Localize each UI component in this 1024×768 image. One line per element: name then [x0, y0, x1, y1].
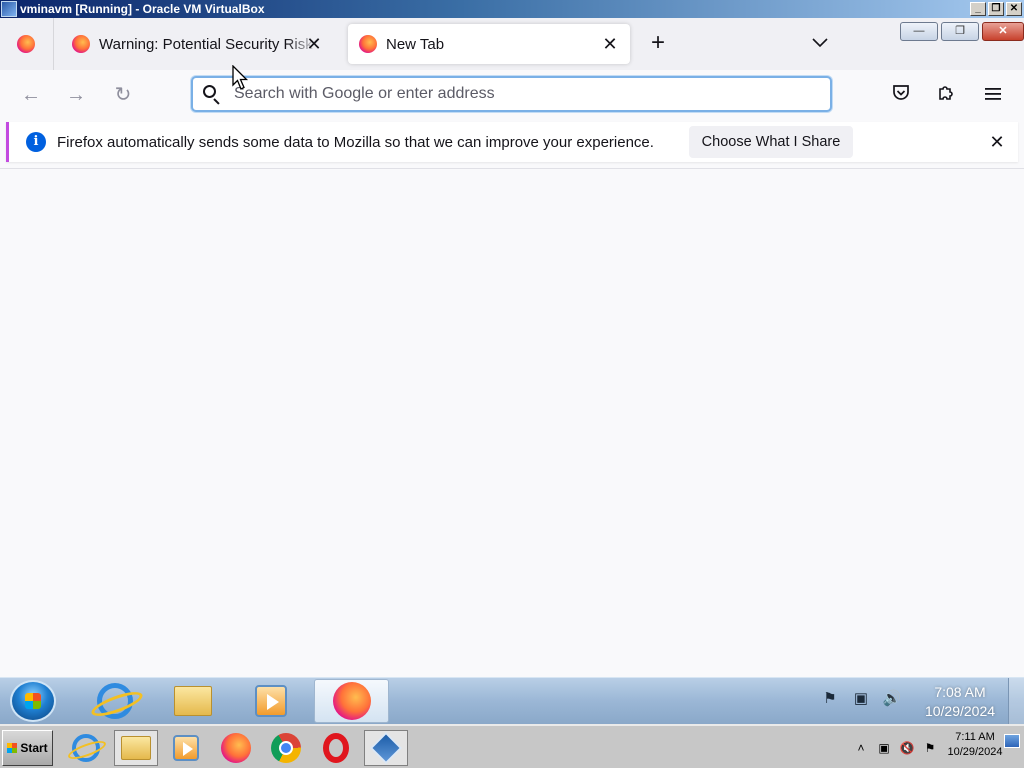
tab-new-tab[interactable]: New Tab ✕	[348, 24, 630, 64]
muted-volume-icon[interactable]: 🔇	[898, 741, 916, 755]
firefox-icon	[221, 733, 251, 763]
media-player-icon	[255, 685, 287, 717]
host-task-internet-explorer[interactable]	[64, 730, 108, 766]
tab-strip: Warning: Potential Security Risk ✕ New T…	[0, 18, 1024, 70]
close-tab-icon[interactable]: ✕	[302, 32, 326, 56]
forward-button[interactable]: →	[63, 82, 89, 108]
minimize-button[interactable]: —	[900, 22, 938, 41]
volume-icon[interactable]: 🔊	[880, 688, 904, 710]
host-task-firefox[interactable]	[214, 730, 258, 766]
windows-explorer-icon	[174, 686, 212, 716]
mouse-pointer-icon	[232, 65, 249, 90]
taskbar-windows-explorer[interactable]	[156, 679, 230, 723]
window-controls: — ❐ ✕	[897, 22, 1024, 41]
windows-logo-icon	[7, 743, 18, 753]
guest-system-tray: ⚑ ▣ 🔊	[818, 688, 911, 710]
host-taskbar: Start ˄ ▣ 🔇 ⚑ 7:11 AM 10/29/2024	[0, 724, 1024, 768]
choose-what-i-share-button[interactable]: Choose What I Share	[689, 126, 853, 158]
notification-message: Firefox automatically sends some data to…	[57, 133, 654, 151]
host-show-desktop-button[interactable]	[1004, 734, 1020, 748]
tab-label: New Tab	[386, 35, 445, 53]
host-clock[interactable]: 7:11 AM 10/29/2024	[942, 730, 1008, 760]
host-minimize-button[interactable]: _	[970, 2, 986, 16]
tab-label: Warning: Potential Security Risk	[99, 35, 313, 53]
taskbar-internet-explorer[interactable]	[78, 679, 152, 723]
address-bar[interactable]	[191, 76, 832, 112]
firefox-icon	[17, 35, 35, 53]
media-icon	[173, 735, 199, 761]
close-notification-icon[interactable]: ✕	[985, 130, 1009, 154]
guest-start-button[interactable]	[10, 680, 56, 722]
page-content[interactable]	[0, 169, 1024, 677]
show-hidden-icons-icon[interactable]: ˄	[852, 741, 870, 755]
windows-logo-icon	[25, 693, 41, 709]
start-label: Start	[20, 741, 48, 755]
tab-separator	[53, 18, 54, 70]
host-start-button[interactable]: Start	[2, 730, 53, 766]
network-icon[interactable]: ▣	[875, 741, 893, 755]
chevron-down-icon	[812, 38, 828, 48]
host-task-virtualbox[interactable]	[364, 730, 408, 766]
close-tab-icon[interactable]: ✕	[598, 32, 622, 56]
virtualbox-icon	[1, 1, 17, 17]
new-tab-button[interactable]: +	[644, 30, 672, 58]
extensions-button[interactable]	[934, 82, 960, 108]
search-icon	[201, 83, 223, 105]
guest-clock-time: 7:08 AM	[934, 684, 986, 700]
firefox-window: Warning: Potential Security Risk ✕ New T…	[0, 18, 1024, 677]
host-close-button[interactable]: ✕	[1006, 2, 1022, 16]
guest-clock[interactable]: 7:08 AM 10/29/2024	[914, 683, 1006, 721]
guest-clock-date: 10/29/2024	[924, 703, 996, 719]
action-center-flag-icon[interactable]: ⚑	[818, 688, 842, 710]
hamburger-menu-icon	[985, 88, 1001, 100]
host-restore-button[interactable]: ❐	[988, 2, 1004, 16]
screen: vminavm [Running] - Oracle VM VirtualBox…	[0, 0, 1024, 768]
firefox-icon	[332, 682, 371, 720]
pocket-button[interactable]	[888, 82, 914, 108]
firefox-icon	[72, 35, 90, 53]
reload-button[interactable]: ↻	[110, 82, 136, 108]
opera-icon	[323, 733, 349, 763]
taskbar-media-player[interactable]	[234, 679, 308, 723]
tab-security-warning[interactable]: Warning: Potential Security Risk ✕	[60, 24, 342, 64]
guest-taskbar: ⚑ ▣ 🔊 7:08 AM 10/29/2024	[0, 677, 1024, 725]
host-task-chrome[interactable]	[264, 730, 308, 766]
internet-explorer-icon	[97, 683, 133, 719]
navigation-toolbar: ← → ↻	[0, 70, 1024, 120]
internet-explorer-icon	[72, 734, 100, 762]
back-button[interactable]: ←	[18, 82, 44, 108]
virtualbox-icon	[370, 732, 402, 764]
puzzle-icon	[939, 86, 953, 100]
host-task-file-explorer[interactable]	[114, 730, 158, 766]
data-collection-notification: i Firefox automatically sends some data …	[6, 122, 1018, 162]
network-icon[interactable]: ▣	[849, 688, 873, 710]
firefox-icon	[359, 35, 377, 53]
host-task-media[interactable]	[164, 730, 208, 766]
close-window-button[interactable]: ✕	[982, 22, 1024, 41]
virtualbox-window-title: vminavm [Running] - Oracle VM VirtualBox	[20, 2, 265, 16]
restore-button[interactable]: ❐	[941, 22, 979, 41]
guest-show-desktop-button[interactable]	[1008, 678, 1024, 725]
virtualbox-titlebar: vminavm [Running] - Oracle VM VirtualBox…	[0, 0, 1024, 18]
application-menu-button[interactable]	[980, 82, 1006, 108]
host-clock-date: 10/29/2024	[947, 746, 1003, 758]
action-center-flag-icon[interactable]: ⚑	[921, 741, 939, 755]
pinned-tab[interactable]	[4, 24, 48, 64]
info-icon: i	[26, 132, 46, 152]
host-clock-time: 7:11 AM	[955, 731, 995, 743]
taskbar-firefox-active[interactable]	[314, 679, 389, 723]
chrome-icon	[271, 733, 301, 763]
search-input[interactable]	[234, 85, 830, 103]
file-explorer-icon	[121, 736, 151, 760]
host-task-opera[interactable]	[314, 730, 358, 766]
list-all-tabs-button[interactable]	[806, 30, 834, 58]
pocket-icon	[893, 85, 909, 100]
